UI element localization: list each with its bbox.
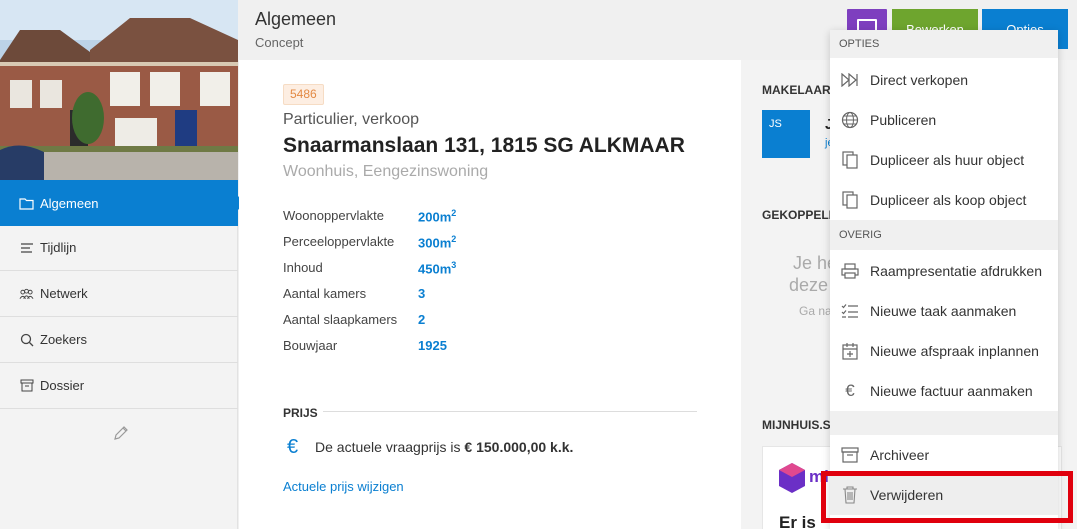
menu-item-nieuwe-afspraak[interactable]: Nieuwe afspraak inplannen (830, 331, 1058, 371)
sidebar-item-netwerk[interactable]: Netwerk (0, 271, 238, 317)
spec-value: 2 (418, 312, 426, 327)
sidebar-item-label: Zoekers (40, 332, 87, 347)
page-title: Algemeen (255, 9, 337, 29)
menu-separator (830, 411, 1058, 435)
property-photo[interactable] (0, 0, 238, 180)
menu-item-label: Publiceren (870, 112, 937, 128)
menu-item-dupliceer-huur[interactable]: Dupliceer als huur object (830, 140, 1058, 180)
folder-icon (19, 196, 34, 211)
section-overig: OVERIG (830, 220, 1058, 250)
globe-icon (841, 111, 859, 129)
mijnhuis-logo-icon (779, 463, 805, 493)
menu-item-publiceren[interactable]: Publiceren (830, 100, 1058, 140)
spec-label: Aantal kamers (283, 286, 367, 301)
listing-type: Particulier, verkoop (283, 111, 420, 128)
menu-item-label: Archiveer (870, 447, 930, 463)
spec-value: 300m2 (418, 234, 457, 251)
gekoppeld-heading: GEKOPPELD (762, 208, 838, 222)
options-dropdown-menu: OPTIES Direct verkopen Publiceren Duplic… (830, 30, 1058, 529)
menu-item-archiveer[interactable]: Archiveer (830, 435, 1058, 475)
sidebar-item-label: Dossier (40, 378, 85, 393)
archive-box-icon (19, 378, 34, 393)
avatar: JS (762, 110, 810, 158)
sidebar-item-zoekers[interactable]: Zoekers (0, 317, 238, 363)
section-opties: OPTIES (830, 30, 1058, 58)
mijnhuis-heading: MIJNHUIS.S (762, 418, 831, 432)
spec-value: 200m2 (418, 208, 457, 225)
euro-icon: € (845, 381, 855, 400)
sidebar-item-label: Algemeen (40, 195, 99, 211)
calendar-plus-icon (841, 342, 859, 360)
menu-item-raampresentatie[interactable]: Raampresentatie afdrukken (830, 251, 1058, 291)
spec-row: Aantal slaapkamers 2 (283, 312, 583, 332)
empty-state-hint: Ga na (799, 304, 832, 318)
menu-item-dupliceer-koop[interactable]: Dupliceer als koop object (830, 180, 1058, 220)
highlight-annotation (821, 471, 1073, 523)
sidebar-item-algemeen[interactable]: Algemeen (0, 180, 244, 226)
property-address: Snaarmanslaan 131, 1815 SG ALKMAAR (283, 134, 685, 157)
spec-label: Bouwjaar (283, 338, 338, 353)
spec-value: 1925 (418, 338, 447, 353)
euro-icon: € (287, 436, 299, 458)
menu-item-nieuwe-factuur[interactable]: € Nieuwe factuur aanmaken (830, 371, 1058, 411)
spec-label: Inhoud (283, 260, 323, 275)
sidebar-item-dossier[interactable]: Dossier (0, 363, 238, 409)
checklist-icon (841, 302, 859, 320)
spec-value: 450m3 (418, 260, 457, 277)
spec-label: Woonoppervlakte (283, 208, 384, 223)
reference-badge: 5486 (283, 84, 324, 105)
spec-value: 3 (418, 286, 426, 301)
price-heading: PRIJS (283, 406, 318, 420)
makelaar-heading: MAKELAAR (762, 83, 831, 97)
mijnhuis-message: Er is (779, 513, 816, 529)
spec-row: Inhoud 450m3 (283, 260, 583, 280)
page-subtitle: Concept (255, 35, 304, 50)
spec-label: Aantal slaapkamers (283, 312, 398, 327)
menu-item-label: Nieuwe taak aanmaken (870, 303, 1017, 319)
menu-item-label: Dupliceer als huur object (870, 152, 1025, 168)
archive-box-icon (841, 446, 859, 464)
spec-row: Aantal kamers 3 (283, 286, 583, 306)
menu-item-direct-verkopen[interactable]: Direct verkopen (830, 60, 1058, 100)
empty-state-text: deze (789, 275, 829, 295)
copy-icon (841, 151, 859, 169)
menu-item-label: Nieuwe factuur aanmaken (870, 383, 1033, 399)
pencil-icon[interactable] (112, 424, 130, 442)
spec-row: Perceeloppervlakte 300m2 (283, 234, 583, 254)
change-price-link[interactable]: Actuele prijs wijzigen (283, 479, 404, 494)
divider (323, 411, 697, 412)
copy-icon (841, 191, 859, 209)
sidebar-item-label: Netwerk (40, 286, 88, 301)
printer-icon (841, 262, 859, 280)
spec-row: Woonoppervlakte 200m2 (283, 208, 583, 228)
sidebar: Algemeen Tijdlijn Netwerk Zoekers Dossie… (0, 0, 244, 529)
sidebar-item-label: Tijdlijn (40, 240, 77, 255)
menu-item-nieuwe-taak[interactable]: Nieuwe taak aanmaken (830, 291, 1058, 331)
house-type: Woonhuis, Eengezinswoning (283, 163, 489, 180)
spec-label: Perceeloppervlakte (283, 234, 395, 249)
spec-row: Bouwjaar 1925 (283, 338, 583, 358)
menu-item-label: Raampresentatie afdrukken (870, 263, 1042, 279)
search-icon (19, 332, 34, 347)
network-icon (19, 286, 34, 301)
fast-forward-icon (841, 71, 859, 89)
price-text: De actuele vraagprijs is € 150.000,00 k.… (315, 439, 574, 455)
menu-item-label: Nieuwe afspraak inplannen (870, 343, 1039, 359)
timeline-icon (19, 240, 34, 255)
sidebar-item-tijdlijn[interactable]: Tijdlijn (0, 225, 238, 271)
menu-item-label: Direct verkopen (870, 72, 969, 88)
menu-item-label: Dupliceer als koop object (870, 192, 1027, 208)
price-amount: € 150.000,00 k.k. (464, 439, 574, 455)
property-details-card: 5486 Particulier, verkoop Snaarmanslaan … (239, 60, 741, 529)
